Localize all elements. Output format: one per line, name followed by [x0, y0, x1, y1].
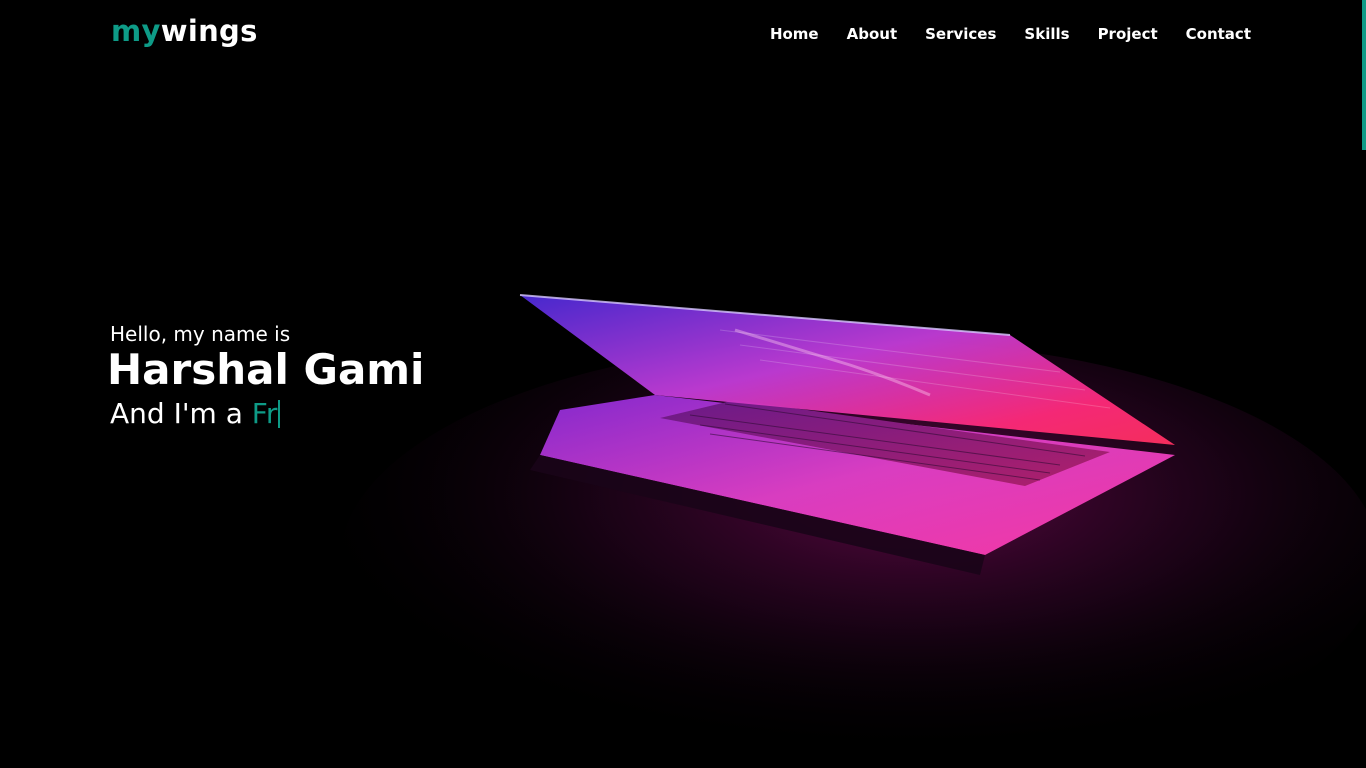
- nav-item-project: Project: [1098, 24, 1158, 43]
- brand-logo[interactable]: mywings: [111, 14, 258, 48]
- portfolio-page: mywings Home About Services Skills Proje…: [0, 0, 1366, 768]
- nav-item-services: Services: [925, 24, 996, 43]
- nav-link-skills[interactable]: Skills: [1024, 25, 1069, 43]
- scrollbar-thumb[interactable]: [1362, 0, 1366, 150]
- hero-role-line: And I'm a Fr: [110, 397, 424, 430]
- nav-link-contact[interactable]: Contact: [1186, 25, 1251, 43]
- hero-role-prefix: And I'm a: [110, 397, 243, 431]
- typing-cursor-icon: [278, 400, 281, 429]
- nav-item-about: About: [847, 24, 898, 43]
- nav-item-home: Home: [770, 24, 819, 43]
- nav-link-services[interactable]: Services: [925, 25, 996, 43]
- nav-link-about[interactable]: About: [847, 25, 898, 43]
- nav-link-home[interactable]: Home: [770, 25, 819, 43]
- hero-intro: Hello, my name is Harshal Gami And I'm a…: [107, 322, 425, 430]
- hero-greeting: Hello, my name is: [110, 322, 291, 346]
- brand-logo-prefix: my: [111, 14, 161, 48]
- navbar: mywings Home About Services Skills Proje…: [0, 0, 1366, 70]
- nav-item-contact: Contact: [1186, 24, 1251, 43]
- hero-role-typed: Fr: [251, 397, 278, 431]
- brand-logo-suffix: wings: [160, 14, 258, 48]
- nav-menu: Home About Services Skills Project Conta…: [770, 24, 1251, 43]
- nav-link-project[interactable]: Project: [1098, 25, 1158, 43]
- nav-item-skills: Skills: [1024, 24, 1069, 43]
- hero-name: Harshal Gami: [107, 345, 425, 394]
